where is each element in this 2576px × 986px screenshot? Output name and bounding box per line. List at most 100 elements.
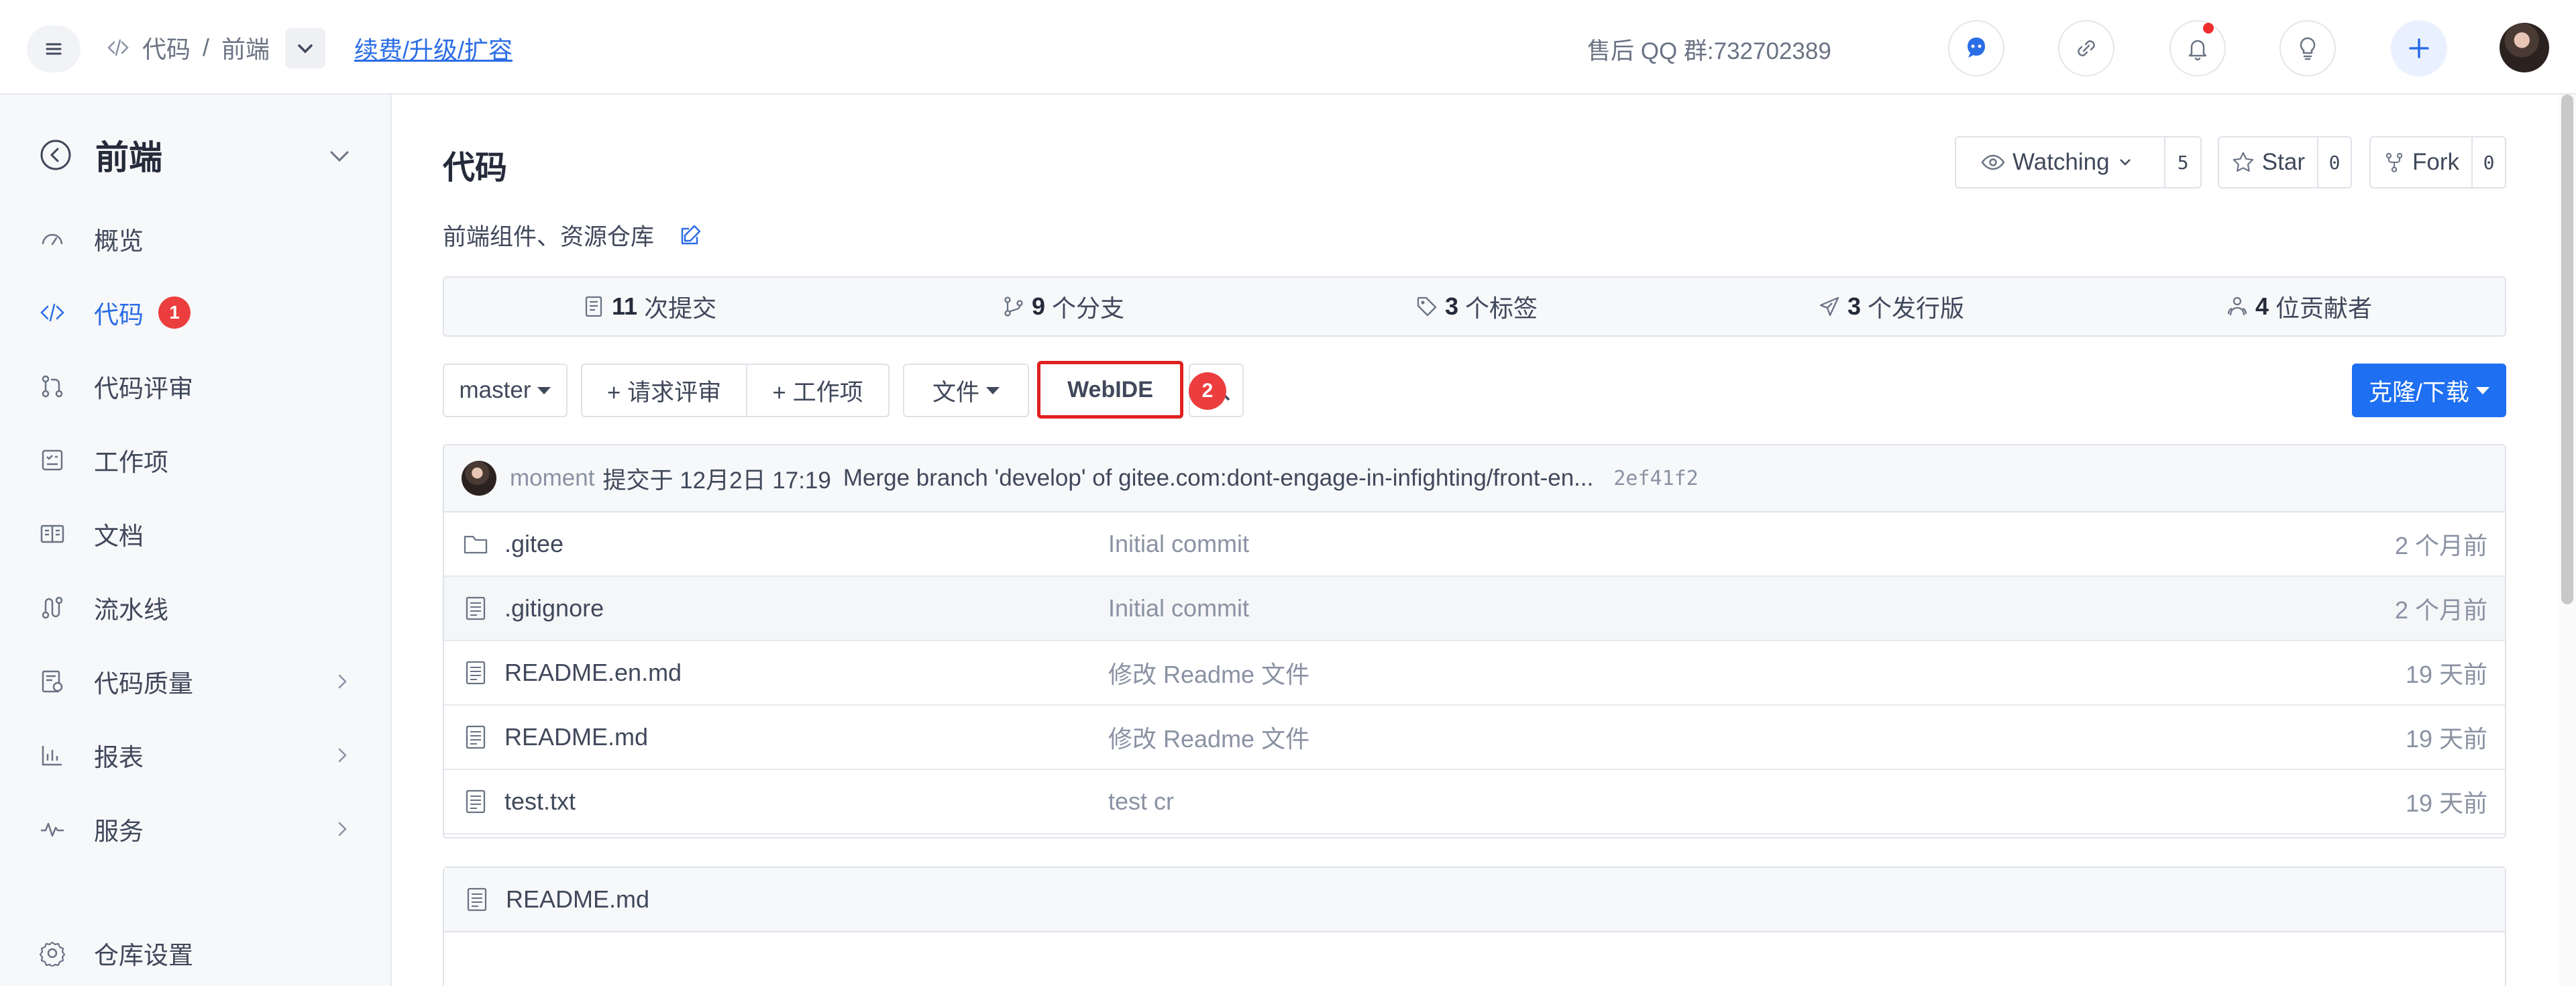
- notification-dot: [2203, 23, 2214, 34]
- work-item-button[interactable]: + 工作项: [746, 364, 890, 417]
- notifications-button[interactable]: [2169, 20, 2226, 76]
- tags-label: 个标签: [1465, 294, 1538, 322]
- contributors-stat[interactable]: 4 位贡献者: [2226, 278, 2372, 335]
- file-commit-message[interactable]: Initial commit: [1108, 530, 1249, 558]
- sidebar-item-services[interactable]: 服务: [39, 806, 354, 853]
- fork-icon: [2385, 152, 2403, 172]
- hamburger-icon: [46, 43, 62, 55]
- watching-button[interactable]: Watching: [1956, 138, 2164, 187]
- commit-message[interactable]: Merge branch 'develop' of gitee.com:dont…: [843, 465, 1593, 492]
- sidebar-item-label: 流水线: [94, 596, 168, 624]
- fork-count[interactable]: 0: [2471, 138, 2505, 187]
- breadcrumb-separator: /: [203, 34, 210, 61]
- sidebar-item-overview[interactable]: 概览: [39, 215, 354, 262]
- fork-button[interactable]: Fork: [2371, 138, 2471, 187]
- quality-icon: [42, 670, 63, 693]
- fork-group: Fork 0: [2369, 136, 2506, 188]
- assistant-button[interactable]: [1948, 20, 2004, 76]
- scrollbar-thumb[interactable]: [2561, 95, 2573, 604]
- branch-icon: [1004, 296, 1023, 317]
- file-row[interactable]: test.txt test cr 19 天前: [444, 770, 2505, 834]
- file-row[interactable]: README.en.md 修改 Readme 文件 19 天前: [444, 641, 2505, 706]
- chevron-down-icon: [2119, 159, 2131, 166]
- file-time: 19 天前: [2405, 725, 2487, 753]
- file-row[interactable]: README.md 修改 Readme 文件 19 天前: [444, 706, 2505, 770]
- commit-hash[interactable]: 2ef41f2: [1613, 467, 1698, 490]
- sidebar-item-label: 仓库设置: [94, 942, 193, 969]
- branch-select-value: master: [459, 377, 531, 403]
- page-scrollbar[interactable]: [2559, 95, 2576, 986]
- file-icon: [466, 789, 486, 814]
- file-menu-button[interactable]: 文件: [903, 364, 1029, 417]
- file-icon: [466, 596, 486, 620]
- repo-switch-dropdown[interactable]: [285, 28, 325, 68]
- tags-stat[interactable]: 3 个标签: [1415, 278, 1538, 335]
- file-list: moment 提交于 12月2日 17:19 Merge branch 'dev…: [443, 444, 2506, 838]
- edit-icon[interactable]: [677, 222, 704, 249]
- sidebar-item-docs[interactable]: 文档: [39, 510, 354, 557]
- tips-button[interactable]: [2279, 20, 2336, 76]
- menu-button[interactable]: [27, 25, 80, 72]
- releases-label: 个发行版: [1868, 294, 1965, 322]
- file-name[interactable]: .gitignore: [504, 594, 604, 622]
- branches-stat[interactable]: 9 个分支: [1002, 278, 1124, 335]
- file-time: 2 个月前: [2394, 596, 2487, 624]
- file-commit-message[interactable]: 修改 Readme 文件: [1108, 655, 1309, 690]
- watching-count[interactable]: 5: [2164, 138, 2200, 187]
- star-button[interactable]: Star: [2219, 138, 2317, 187]
- file-name[interactable]: README.md: [504, 723, 648, 751]
- tag-icon: [1417, 296, 1437, 317]
- chevron-down-icon[interactable]: [325, 142, 354, 171]
- commits-stat[interactable]: 11 次提交: [582, 278, 716, 335]
- repo-title: 代码: [443, 150, 508, 186]
- file-icon: [466, 661, 486, 685]
- dashboard-icon: [42, 233, 63, 245]
- renew-upgrade-link[interactable]: 续费/升级/扩容: [354, 31, 513, 66]
- file-name[interactable]: test.txt: [504, 787, 576, 816]
- contributors-label: 位贡献者: [2275, 294, 2373, 322]
- breadcrumb-code[interactable]: 代码: [142, 30, 191, 65]
- step-badge: 1: [158, 296, 191, 329]
- commits-count: 11: [612, 292, 638, 320]
- file-row[interactable]: .gitee Initial commit 2 个月前: [444, 512, 2505, 577]
- sidebar-item-code-review[interactable]: 代码评审: [39, 363, 354, 410]
- readme-title[interactable]: README.md: [506, 885, 649, 914]
- back-icon[interactable]: [39, 138, 72, 172]
- sidebar-item-reports[interactable]: 报表: [39, 732, 354, 779]
- sidebar-header[interactable]: 前端: [39, 135, 354, 176]
- file-name[interactable]: .gitee: [504, 530, 564, 558]
- request-review-button[interactable]: + 请求评审: [581, 364, 747, 417]
- webide-button[interactable]: WebIDE: [1037, 361, 1183, 419]
- contributors-icon: [2227, 296, 2247, 316]
- clone-download-button[interactable]: 克隆/下载: [2352, 364, 2506, 417]
- create-button[interactable]: [2391, 20, 2447, 76]
- sidebar-item-repo-settings[interactable]: 仓库设置: [39, 930, 354, 977]
- star-count[interactable]: 0: [2317, 138, 2351, 187]
- file-commit-message[interactable]: test cr: [1108, 787, 1174, 816]
- sidebar-item-pipeline[interactable]: 流水线: [39, 584, 354, 631]
- file-icon: [467, 887, 487, 912]
- commit-author[interactable]: moment: [510, 465, 594, 492]
- plus-icon: [2409, 38, 2429, 58]
- breadcrumb-repo[interactable]: 前端: [221, 30, 270, 65]
- top-bar: 代码 / 前端 续费/升级/扩容 售后 QQ 群:732702389: [0, 0, 2576, 95]
- sidebar-item-code-quality[interactable]: 代码质量: [39, 658, 354, 705]
- gear-icon: [39, 941, 66, 967]
- branch-select[interactable]: master: [443, 364, 568, 417]
- file-commit-message[interactable]: Initial commit: [1108, 594, 1249, 622]
- commit-author-avatar[interactable]: [462, 461, 496, 496]
- sidebar-item-label: 代码: [94, 301, 144, 329]
- user-avatar[interactable]: [2500, 23, 2549, 72]
- releases-stat[interactable]: 3 个发行版: [1818, 278, 1964, 335]
- link-button[interactable]: [2058, 20, 2114, 76]
- breadcrumb: 代码 / 前端: [106, 31, 270, 64]
- sidebar-item-label: 概览: [94, 227, 144, 255]
- sidebar-item-work-items[interactable]: 工作项: [39, 437, 354, 484]
- file-menu-label: 文件: [932, 379, 979, 406]
- service-icon: [41, 822, 64, 837]
- commit-icon: [585, 296, 602, 317]
- file-name[interactable]: README.en.md: [504, 659, 682, 687]
- file-commit-message[interactable]: 修改 Readme 文件: [1108, 720, 1309, 755]
- file-row[interactable]: .gitignore Initial commit 2 个月前: [444, 577, 2505, 641]
- sidebar-item-code[interactable]: 代码 1: [39, 289, 354, 336]
